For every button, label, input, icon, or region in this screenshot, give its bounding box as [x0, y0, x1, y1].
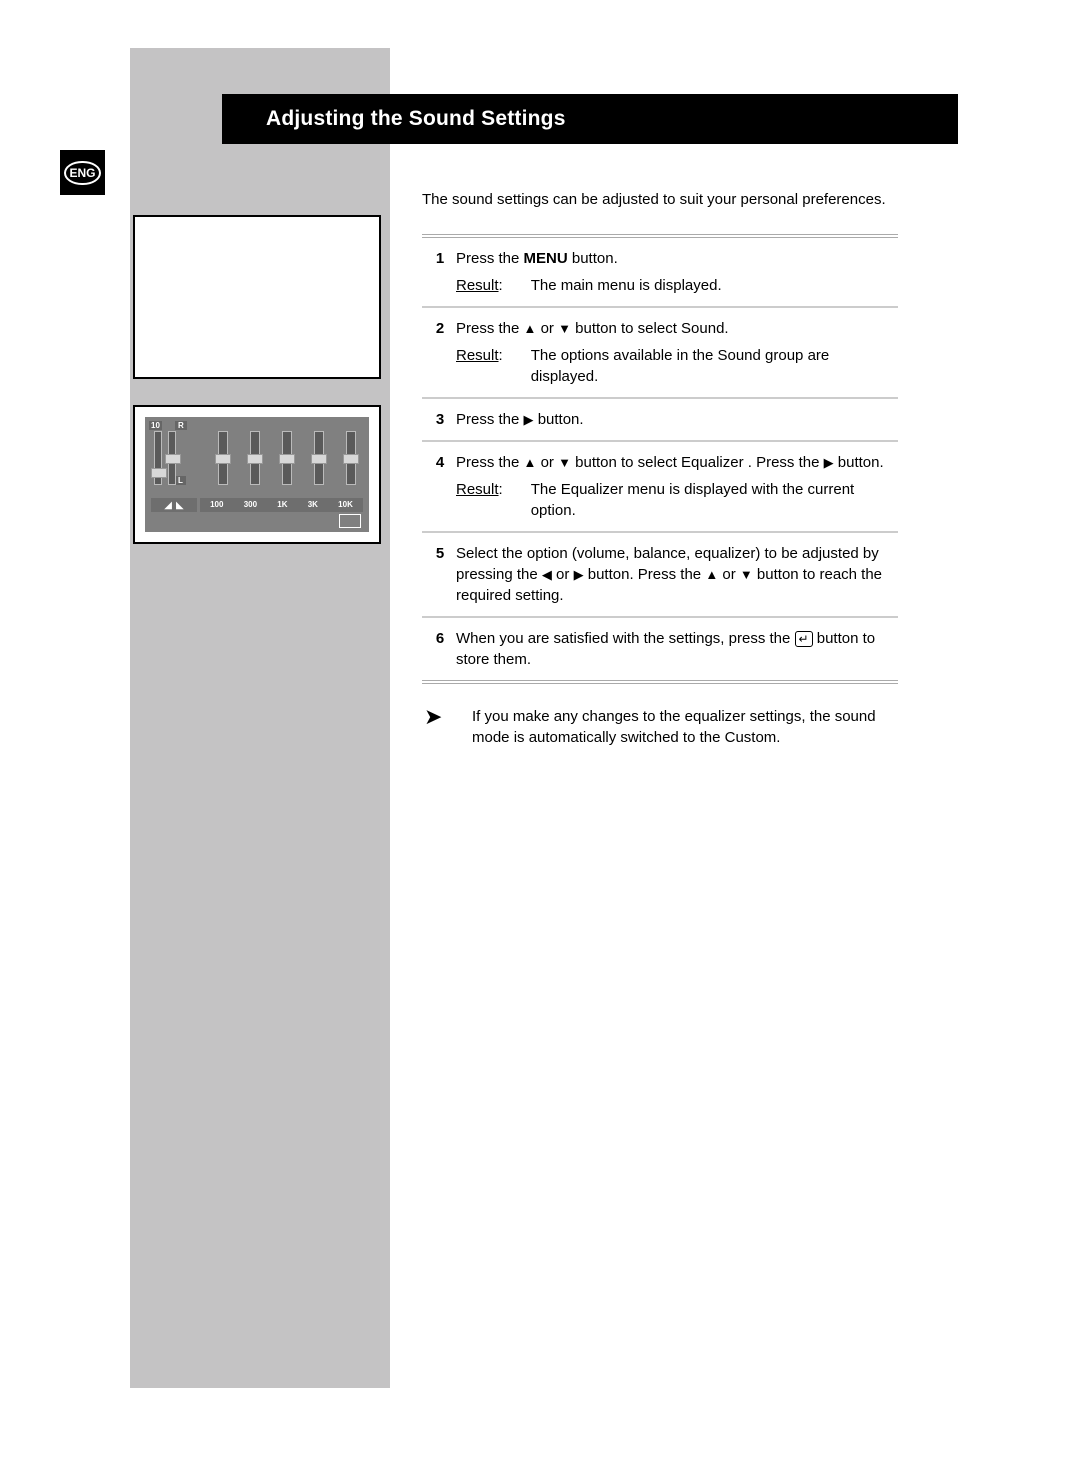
eq-knob	[247, 454, 263, 464]
step-number: 3	[424, 409, 456, 430]
result-label: Result	[456, 277, 499, 294]
eq-slider	[155, 432, 161, 484]
page-number: 22	[248, 1423, 262, 1438]
enter-button-icon: ↵	[795, 631, 813, 647]
result-text: The main menu is displayed.	[531, 275, 896, 296]
manual-page: ENG Adjusting the Sound Settings 10 R L	[0, 0, 1080, 1482]
steps-list: 1Press the MENU button. Result:The main m…	[422, 234, 898, 684]
eq-l-label: L	[175, 476, 186, 485]
eq-band-slider	[283, 432, 291, 484]
step-body: Press the ▲ or ▼ button to select Equali…	[456, 452, 896, 521]
step-body: Select the option (volume, balance, equa…	[456, 543, 896, 606]
step-line: Press the ▲ or ▼ button to select Sound.	[456, 318, 896, 339]
language-badge: ENG	[60, 150, 105, 195]
step: 3Press the ▶ button.	[422, 399, 898, 442]
eq-band-slider	[219, 432, 227, 484]
eq-band-label: 10K	[338, 498, 353, 512]
direction-arrow-icon: ▼	[740, 568, 753, 581]
eq-store-icon	[339, 514, 361, 528]
intro-text: The sound settings can be adjusted to su…	[422, 190, 898, 210]
direction-arrow-icon: ▶	[824, 456, 834, 469]
equalizer-sliders: 10 R L	[145, 420, 369, 490]
volume-balance-group: 10 R L	[145, 420, 205, 490]
step-number: 6	[424, 628, 456, 670]
eq-knob	[151, 468, 167, 478]
eq-band-label: 100	[210, 498, 223, 512]
eq-band-slider	[315, 432, 323, 484]
step-number: 5	[424, 543, 456, 606]
menu-button-label: MENU	[524, 250, 568, 267]
right-arrow-icon: ◣	[176, 500, 184, 511]
result-label: Result	[456, 347, 499, 364]
eq-knob	[279, 454, 295, 464]
step-line: Result:The Equalizer menu is displayed w…	[456, 479, 896, 521]
step-line: When you are satisfied with the settings…	[456, 628, 896, 670]
page-title: Adjusting the Sound Settings	[224, 107, 566, 131]
note-block: ➤ If you make any changes to the equaliz…	[422, 706, 898, 748]
eq-r-label: R	[175, 421, 187, 430]
result-text: The options available in the Sound group…	[531, 345, 896, 387]
eq-band-slider	[347, 432, 355, 484]
page-title-box: Adjusting the Sound Settings	[222, 94, 958, 144]
step-line: Select the option (volume, balance, equa…	[456, 543, 896, 606]
direction-arrow-icon: ▶	[524, 413, 534, 426]
page-number-triangle-icon	[249, 1441, 271, 1456]
step-line: Press the ▶ button.	[456, 409, 896, 430]
step: 1Press the MENU button. Result:The main m…	[422, 238, 898, 308]
note-arrow-icon: ➤	[422, 706, 472, 748]
eq-band-label: 300	[244, 498, 257, 512]
equalizer-screenshot: 10 R L ◢ ◣ 100 3	[133, 405, 381, 544]
eq-knob	[343, 454, 359, 464]
eq-band-label: 1K	[277, 498, 287, 512]
result-text: The Equalizer menu is displayed with the…	[531, 479, 896, 521]
left-arrow-icon: ◢	[164, 500, 172, 511]
step: 4Press the ▲ or ▼ button to select Equal…	[422, 442, 898, 533]
step-line: Result:The main menu is displayed.	[456, 275, 896, 296]
step-line: Result:The options available in the Soun…	[456, 345, 896, 387]
direction-arrow-icon: ▼	[558, 456, 571, 469]
result-label: Result	[456, 481, 499, 498]
step-number: 1	[424, 248, 456, 296]
eq-scale-label: 10	[149, 421, 162, 430]
equalizer-inner: 10 R L ◢ ◣ 100 3	[145, 417, 369, 532]
direction-arrow-icon: ▼	[558, 322, 571, 335]
step: 6When you are satisfied with the setting…	[422, 618, 898, 680]
step-body: Press the ▲ or ▼ button to select Sound.…	[456, 318, 896, 387]
eq-band-slider	[251, 432, 259, 484]
note-text: If you make any changes to the equalizer…	[472, 706, 898, 748]
content-area: The sound settings can be adjusted to su…	[422, 190, 898, 748]
direction-arrow-icon: ▶	[574, 568, 584, 581]
direction-arrow-icon: ▲	[524, 322, 537, 335]
eq-knob	[165, 454, 181, 464]
eq-knob	[311, 454, 327, 464]
step-number: 2	[424, 318, 456, 387]
eq-band-label: 3K	[308, 498, 318, 512]
step-body: When you are satisfied with the settings…	[456, 628, 896, 670]
step-body: Press the ▶ button.	[456, 409, 896, 430]
eq-band-group	[205, 420, 369, 490]
eq-slider	[169, 432, 175, 484]
step: 5Select the option (volume, balance, equ…	[422, 533, 898, 618]
eq-nav-arrows: ◢ ◣	[151, 498, 197, 512]
eq-knob	[215, 454, 231, 464]
direction-arrow-icon: ▲	[524, 456, 537, 469]
step-number: 4	[424, 452, 456, 521]
direction-arrow-icon: ▲	[705, 568, 718, 581]
eq-band-labels: 100 300 1K 3K 10K	[200, 498, 363, 512]
step-line: Press the MENU button.	[456, 248, 896, 269]
screenshot-placeholder-1	[133, 215, 381, 379]
step: 2Press the ▲ or ▼ button to select Sound…	[422, 308, 898, 399]
language-badge-text: ENG	[64, 161, 100, 185]
step-body: Press the MENU button. Result:The main me…	[456, 248, 896, 296]
step-line: Press the ▲ or ▼ button to select Equali…	[456, 452, 896, 473]
direction-arrow-icon: ◀	[542, 568, 552, 581]
